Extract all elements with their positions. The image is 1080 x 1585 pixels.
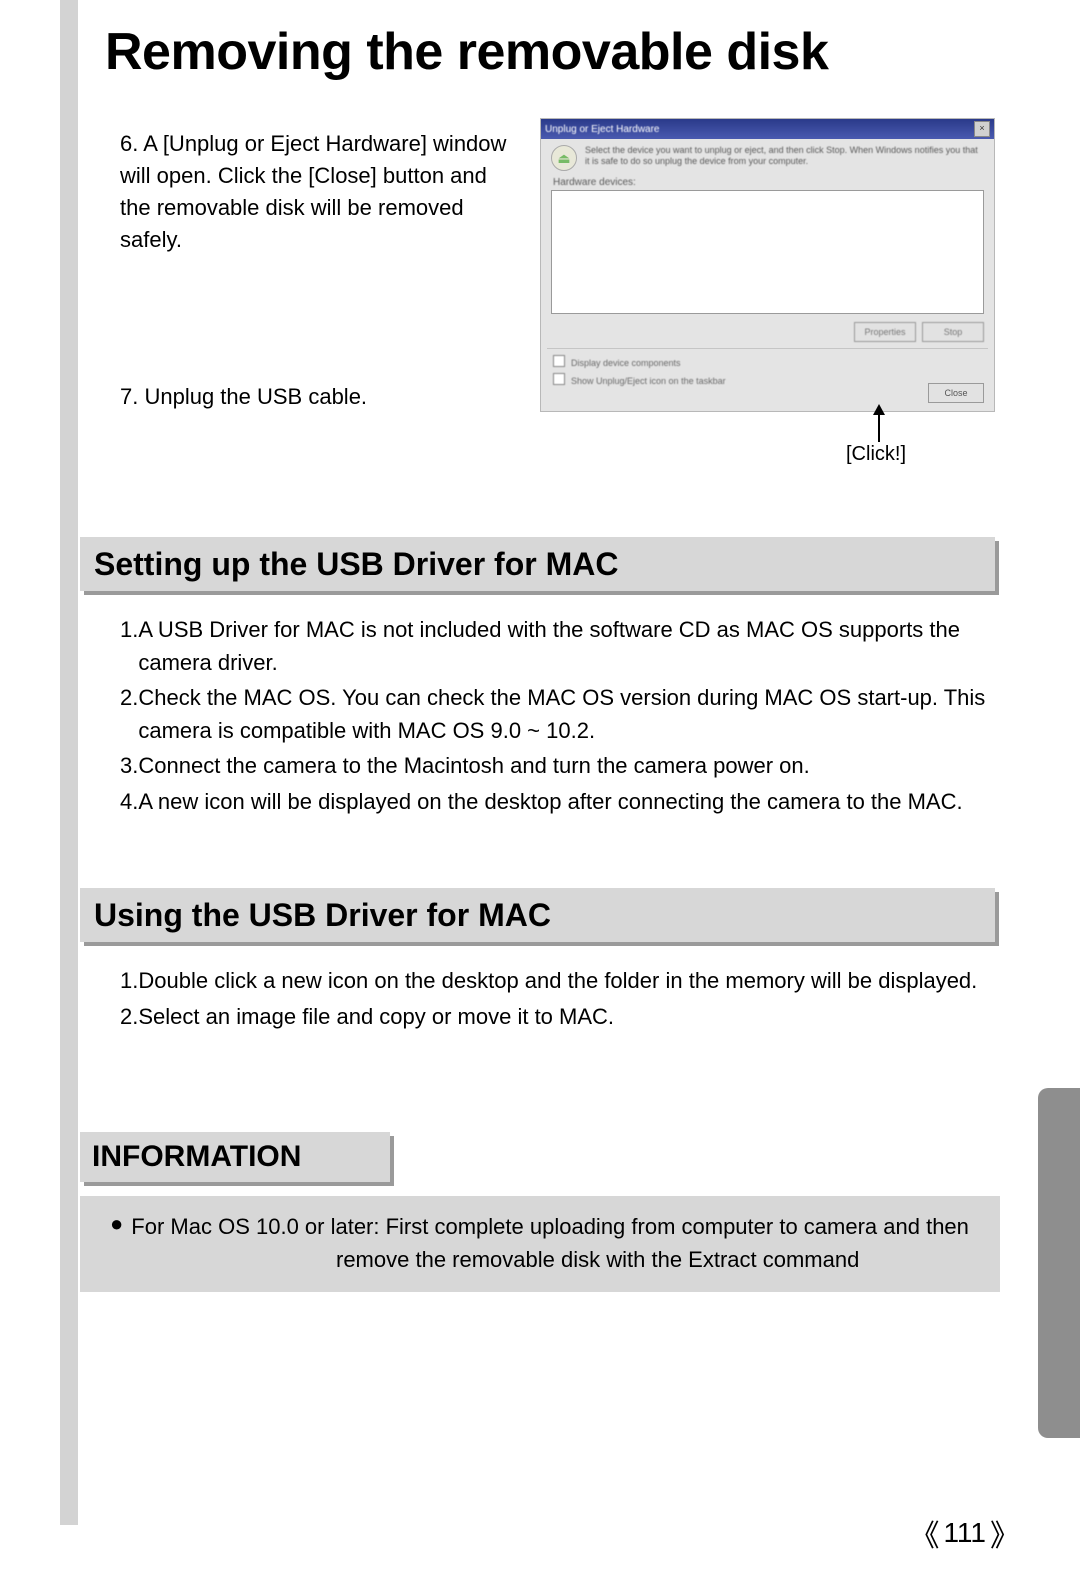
information-heading: INFORMATION — [80, 1132, 390, 1182]
chk1-label: Display device components — [571, 358, 681, 368]
stop-button: Stop — [922, 322, 984, 342]
close-button: Close — [928, 383, 984, 403]
section1-list: 1. A USB Driver for MAC is not included … — [120, 614, 990, 821]
list-item: 1. A USB Driver for MAC is not included … — [120, 614, 990, 679]
list-item-number: 2. — [120, 1001, 138, 1034]
side-tab — [1038, 1088, 1080, 1438]
list-item: 2. Check the MAC OS. You can check the M… — [120, 682, 990, 747]
step-7-text: 7. Unplug the USB cable. — [120, 384, 367, 410]
checkbox-icon — [553, 355, 565, 367]
list-item-text: Double click a new icon on the desktop a… — [138, 965, 977, 998]
dialog-checkboxes: Display device components Show Unplug/Ej… — [541, 351, 994, 388]
eject-icon: ⏏ — [551, 145, 577, 171]
list-item-number: 2. — [120, 682, 138, 747]
devices-label: Hardware devices: — [541, 175, 994, 190]
properties-button: Properties — [854, 322, 916, 342]
devices-listbox — [551, 190, 984, 314]
list-item-text: A USB Driver for MAC is not included wit… — [138, 614, 990, 679]
bracket-right-icon: 》 — [990, 1511, 1020, 1555]
section-heading-using: Using the USB Driver for MAC — [80, 888, 995, 942]
manual-page: Removing the removable disk 6. A [Unplug… — [0, 0, 1080, 1585]
list-item: 3. Connect the camera to the Macintosh a… — [120, 750, 990, 783]
checkbox-icon — [553, 373, 565, 385]
list-item-text: A new icon will be displayed on the desk… — [138, 786, 962, 819]
bullet-icon: ● — [110, 1210, 123, 1243]
dialog-titlebar: Unplug or Eject Hardware × — [541, 119, 994, 139]
step-6-text: 6. A [Unplug or Eject Hardware] window w… — [120, 128, 520, 256]
list-item: 2. Select an image file and copy or move… — [120, 1001, 990, 1034]
arrow-up-icon — [878, 414, 880, 442]
section2-list: 1. Double click a new icon on the deskto… — [120, 965, 990, 1036]
list-item-text: Check the MAC OS. You can check the MAC … — [138, 682, 990, 747]
list-item: 1. Double click a new icon on the deskto… — [120, 965, 990, 998]
chk2-label: Show Unplug/Eject icon on the taskbar — [571, 376, 726, 386]
list-item-text: Select an image file and copy or move it… — [138, 1001, 614, 1034]
eject-hardware-dialog: Unplug or Eject Hardware × ⏏ Select the … — [540, 118, 995, 412]
click-annotation: [Click!] — [846, 443, 906, 466]
information-box: ● For Mac OS 10.0 or later: First comple… — [80, 1196, 1000, 1292]
list-item-number: 1. — [120, 965, 138, 998]
page-number-value: 111 — [943, 1517, 986, 1549]
list-item-number: 4. — [120, 786, 138, 819]
list-item-text: Connect the camera to the Macintosh and … — [138, 750, 809, 783]
dialog-separator — [547, 348, 988, 349]
info-line2: remove the removable disk with the Extra… — [110, 1243, 982, 1276]
dialog-button-row: Properties Stop — [541, 314, 994, 346]
dialog-title: Unplug or Eject Hardware — [545, 124, 660, 135]
dialog-close-x-icon: × — [974, 121, 990, 137]
list-item-number: 3. — [120, 750, 138, 783]
page-number: 《 111 》 — [909, 1511, 1020, 1555]
left-gutter — [60, 0, 78, 1525]
info-line1: For Mac OS 10.0 or later: First complete… — [131, 1210, 969, 1243]
bracket-left-icon: 《 — [909, 1511, 939, 1555]
section-heading-setup: Setting up the USB Driver for MAC — [80, 537, 995, 591]
page-title: Removing the removable disk — [105, 22, 828, 82]
dialog-info-text: Select the device you want to unplug or … — [585, 145, 984, 171]
list-item-number: 1. — [120, 614, 138, 679]
dialog-info-row: ⏏ Select the device you want to unplug o… — [541, 139, 994, 175]
list-item: 4. A new icon will be displayed on the d… — [120, 786, 990, 819]
